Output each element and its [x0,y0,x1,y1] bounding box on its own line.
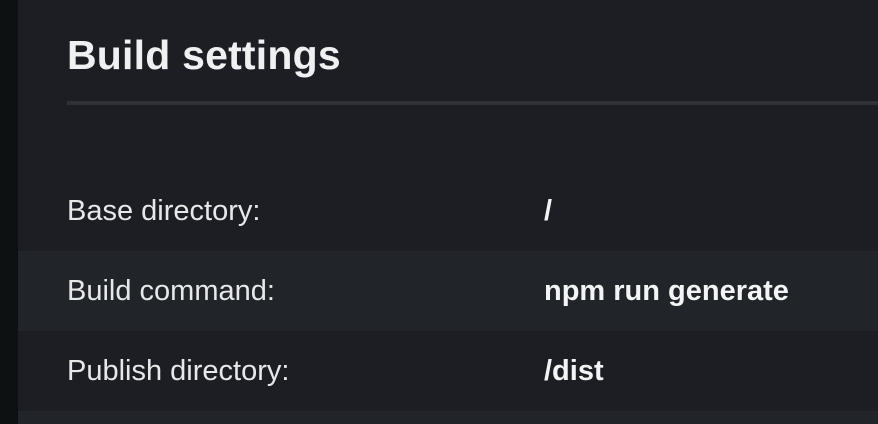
setting-label: Build command: [67,275,275,307]
setting-row-base-directory: Base directory: / [18,171,878,251]
title-divider [67,101,878,105]
section-title: Build settings [67,32,341,78]
build-settings-panel: Build settings Base directory: / Build c… [18,0,878,424]
left-edge-strip [0,0,18,424]
setting-value: / [544,195,553,227]
setting-row-publish-directory: Publish directory: /dist [18,331,878,411]
setting-row-build-command: Build command: npm run generate [18,251,878,331]
setting-label: Publish directory: [67,355,290,387]
setting-value: npm run generate [544,275,789,307]
setting-value: /dist [544,355,604,387]
setting-label: Base directory: [67,195,261,227]
setting-row-partial [18,411,878,424]
